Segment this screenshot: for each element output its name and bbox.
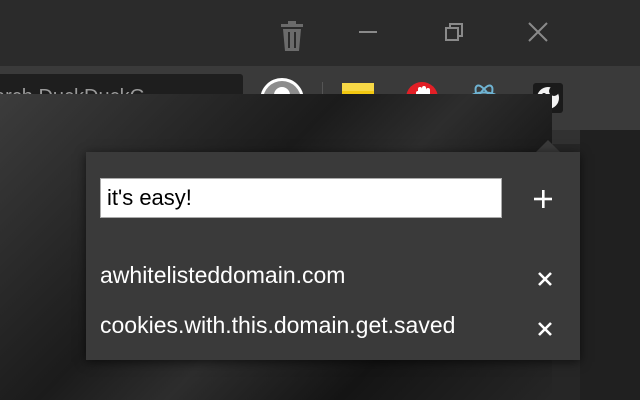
plus-icon <box>534 190 552 208</box>
whitelisted-domain: cookies.with.this.domain.get.saved <box>100 312 456 338</box>
title-bar <box>0 0 640 66</box>
restore-icon[interactable] <box>436 14 472 50</box>
list-item: awhitelisteddomain.com <box>100 262 566 292</box>
add-domain-button[interactable] <box>530 186 556 212</box>
close-icon <box>538 322 552 336</box>
list-item: cookies.with.this.domain.get.saved <box>100 312 566 342</box>
browser-window: arch DuckDuckG <box>0 0 640 400</box>
minimize-icon[interactable] <box>350 14 386 50</box>
trash-icon[interactable] <box>274 18 310 54</box>
remove-domain-button[interactable] <box>534 268 556 290</box>
whitelisted-domain: awhitelisteddomain.com <box>100 262 346 288</box>
domain-input[interactable] <box>100 178 502 218</box>
remove-domain-button[interactable] <box>534 318 556 340</box>
close-icon <box>538 272 552 286</box>
page-right-panel <box>580 130 640 400</box>
close-icon[interactable] <box>520 14 556 50</box>
popup-pointer <box>536 140 560 152</box>
whitelist-popup: awhitelisteddomain.com cookies.with.this… <box>86 152 580 360</box>
